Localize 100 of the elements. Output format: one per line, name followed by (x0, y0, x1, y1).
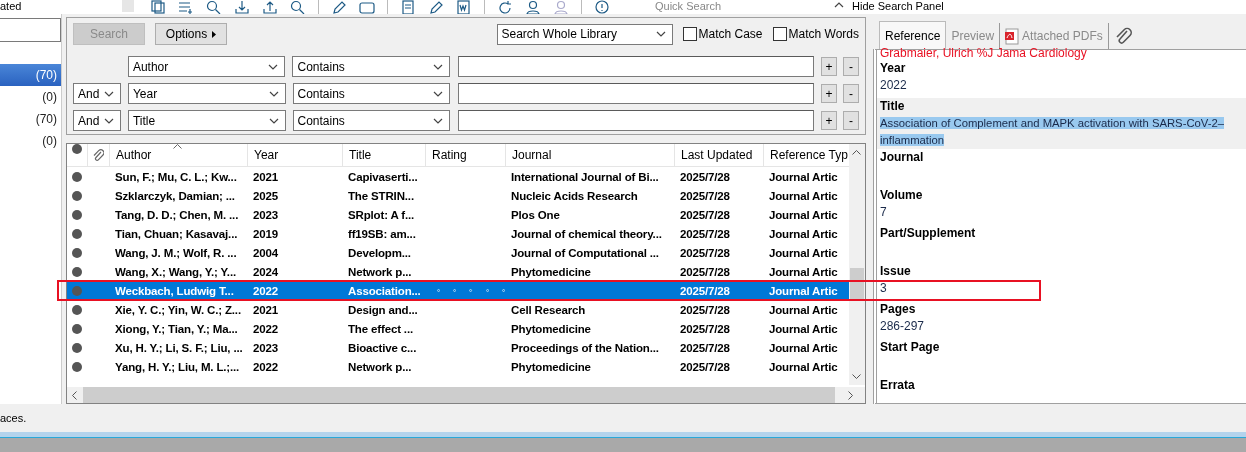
table-cell-text: 2021 (252, 303, 279, 316)
group-count[interactable]: (0) (0, 130, 61, 152)
unread-dot-icon (72, 247, 82, 258)
sync-icon[interactable] (497, 0, 513, 14)
connector-dropdown[interactable]: And (73, 83, 121, 104)
add-criterion-button[interactable]: + (821, 111, 838, 130)
table-cell-text: 2025/7/28 (679, 322, 731, 335)
download-icon[interactable] (234, 0, 250, 14)
group-count[interactable]: (0) (0, 86, 61, 108)
list-add-icon[interactable] (178, 0, 194, 14)
unread-dot-icon (72, 285, 82, 296)
operator-dropdown[interactable]: Contains (292, 56, 451, 77)
table-cell-text: Sun, F.; Mu, C. L.; Kw... (114, 170, 238, 183)
table-cell-text: Journal Artic (768, 303, 839, 316)
chevron-up-icon[interactable] (852, 150, 861, 155)
table-cell-text: 2025/7/28 (679, 227, 731, 240)
field-label: Volume (880, 187, 923, 204)
column-header[interactable]: Year (254, 148, 279, 162)
help-icon[interactable] (594, 0, 610, 14)
user-icon[interactable] (525, 0, 541, 14)
field-dropdown[interactable]: Title (127, 110, 286, 131)
operator-dropdown[interactable]: Contains (292, 110, 451, 131)
pdf-icon (1005, 27, 1020, 45)
add-criterion-button[interactable]: + (821, 57, 838, 76)
table-cell-text: Xiong, Y.; Tian, Y.; Ma... (114, 322, 239, 335)
table-row[interactable]: Wang, X.; Wang, Y.; Y... 2024 Network p... Phytomedicine 2025/7/28 Journal Artic (67, 262, 849, 281)
field-value[interactable]: 3 (880, 280, 887, 301)
field-dropdown[interactable]: Author (127, 56, 286, 77)
chevron-down-icon[interactable] (852, 374, 861, 379)
chevron-icon (103, 117, 114, 124)
copy-icon[interactable] (150, 0, 166, 14)
search-text-field[interactable] (458, 83, 815, 104)
sort-ascending-icon (173, 144, 182, 149)
field-value[interactable]: Association of Complement and MAPK activation with SARS-CoV-2– inflammation (880, 115, 1246, 149)
table-row[interactable]: Szklarczyk, Damian; ... 2025 The STRIN... Nucleic Acids Research 2025/7/28 Journal Artic (67, 186, 849, 205)
field-dropdown[interactable]: Year (127, 83, 286, 104)
table-row[interactable]: Yang, H. Y.; Liu, M. L.;... 2022 Network p... Phytomedicine 2025/7/28 Journal Artic (67, 357, 849, 376)
column-header[interactable]: Rating (432, 148, 467, 162)
chevron-up-icon[interactable] (834, 2, 844, 8)
upload-icon[interactable] (262, 0, 278, 14)
table-cell-text: Journal Artic (768, 246, 839, 259)
column-header[interactable]: Last Updated (681, 148, 753, 162)
table-cell-text: Weckbach, Ludwig T... (114, 284, 235, 297)
remove-criterion-button[interactable]: - (843, 84, 859, 103)
field-value[interactable]: 7 (880, 204, 887, 225)
group-count[interactable]: (70) (0, 108, 61, 130)
field-label: Start Page (880, 339, 940, 356)
table-row[interactable]: Xiong, Y.; Tian, Y.; Ma... 2022 The effect ... Phytomedicine 2025/7/28 Journal Artic (67, 319, 849, 338)
search-icon[interactable] (206, 0, 222, 14)
scope-dropdown[interactable]: Search Whole Library (496, 23, 673, 45)
table-cell-text: Tang, D. D.; Chen, M. ... (114, 208, 240, 221)
vertical-scrollbar[interactable] (849, 144, 865, 385)
table-cell-text: Xu, H. Y.; Li, S. F.; Liu, ... (114, 341, 244, 354)
table-row[interactable]: Tian, Chuan; Kasavaj... 2019 ff19SB: am... Journal of chemical theory... 2025/7/28 Journal Artic (67, 224, 849, 243)
column-header[interactable]: Title (349, 148, 372, 162)
table-cell-text: Journal Artic (768, 341, 839, 354)
table-cell-text: Wang, X.; Wang, Y.; Y... (114, 265, 237, 278)
table-row[interactable]: Wang, J. M.; Wolf, R. ... 2004 Developm... Journal of Computational ... 2025/7/28 Journal Artic (67, 243, 849, 262)
table-cell-text: SRplot: A f... (347, 208, 416, 221)
table-row[interactable]: Tang, D. D.; Chen, M. ... 2023 SRplot: A f... Plos One 2025/7/28 Journal Artic (67, 205, 849, 224)
match-case-checkbox[interactable] (682, 27, 697, 41)
filter-field[interactable] (0, 18, 61, 42)
operator-dropdown[interactable]: Contains (292, 83, 451, 104)
hide-search-panel-button[interactable]: Hide Search Panel (852, 0, 944, 13)
add-criterion-button[interactable]: + (821, 84, 838, 103)
column-header[interactable]: Reference Typ (770, 148, 848, 162)
pencil-icon[interactable] (428, 0, 444, 14)
table-cell-text: 2025/7/28 (679, 189, 731, 202)
column-header[interactable]: Author (116, 148, 152, 162)
remove-criterion-button[interactable]: - (843, 111, 859, 130)
column-header[interactable]: Journal (512, 148, 552, 162)
table-cell-text: 2025/7/28 (679, 360, 731, 373)
field-value[interactable]: 286-297 (880, 318, 925, 339)
chevron-right-icon[interactable] (848, 390, 853, 400)
table-row[interactable]: Xu, H. Y.; Li, S. F.; Liu, ... 2023 Bioactive c... Proceedings of the Nation... 2025/7/28 Journal Artic (67, 338, 849, 357)
search-icon[interactable] (290, 0, 306, 14)
table-row[interactable]: Sun, F.; Mu, C. L.; Kw... 2021 Capivaserti... International Journal of Bi... 2025/7/28 Journal Artic (67, 167, 849, 186)
quick-search-field[interactable]: Quick Search (652, 0, 820, 13)
document-icon[interactable] (400, 0, 416, 14)
table-cell-text: Bioactive c... (347, 341, 418, 354)
field-value[interactable]: 2022 (880, 77, 907, 98)
chevron-left-icon[interactable] (72, 390, 77, 400)
table-cell-text: 2022 (252, 360, 279, 373)
search-text-field[interactable] (458, 110, 815, 131)
panel-tab[interactable]: Reference (879, 21, 947, 49)
match-words-checkbox[interactable] (772, 27, 787, 41)
table-cell-text: 2023 (252, 341, 279, 354)
unread-dot-icon (72, 209, 82, 220)
search-text-field[interactable] (458, 56, 815, 77)
table-row[interactable]: Xie, Y. C.; Yin, W. C.; Z... 2021 Design and... Cell Research 2025/7/28 Journal Artic (67, 300, 849, 319)
connector-dropdown[interactable]: And (73, 110, 121, 131)
options-button[interactable]: Options (155, 23, 227, 45)
table-cell-text: 2025/7/28 (679, 246, 731, 259)
group-count[interactable]: (70) (0, 64, 61, 86)
checkbox-label: Match Words (788, 27, 859, 41)
unread-dot-icon (72, 171, 82, 182)
word-document-icon[interactable] (456, 0, 472, 14)
table-cell-text: Journal of Computational ... (510, 246, 660, 259)
pencil-icon[interactable] (331, 0, 347, 14)
remove-criterion-button[interactable]: - (843, 57, 859, 76)
